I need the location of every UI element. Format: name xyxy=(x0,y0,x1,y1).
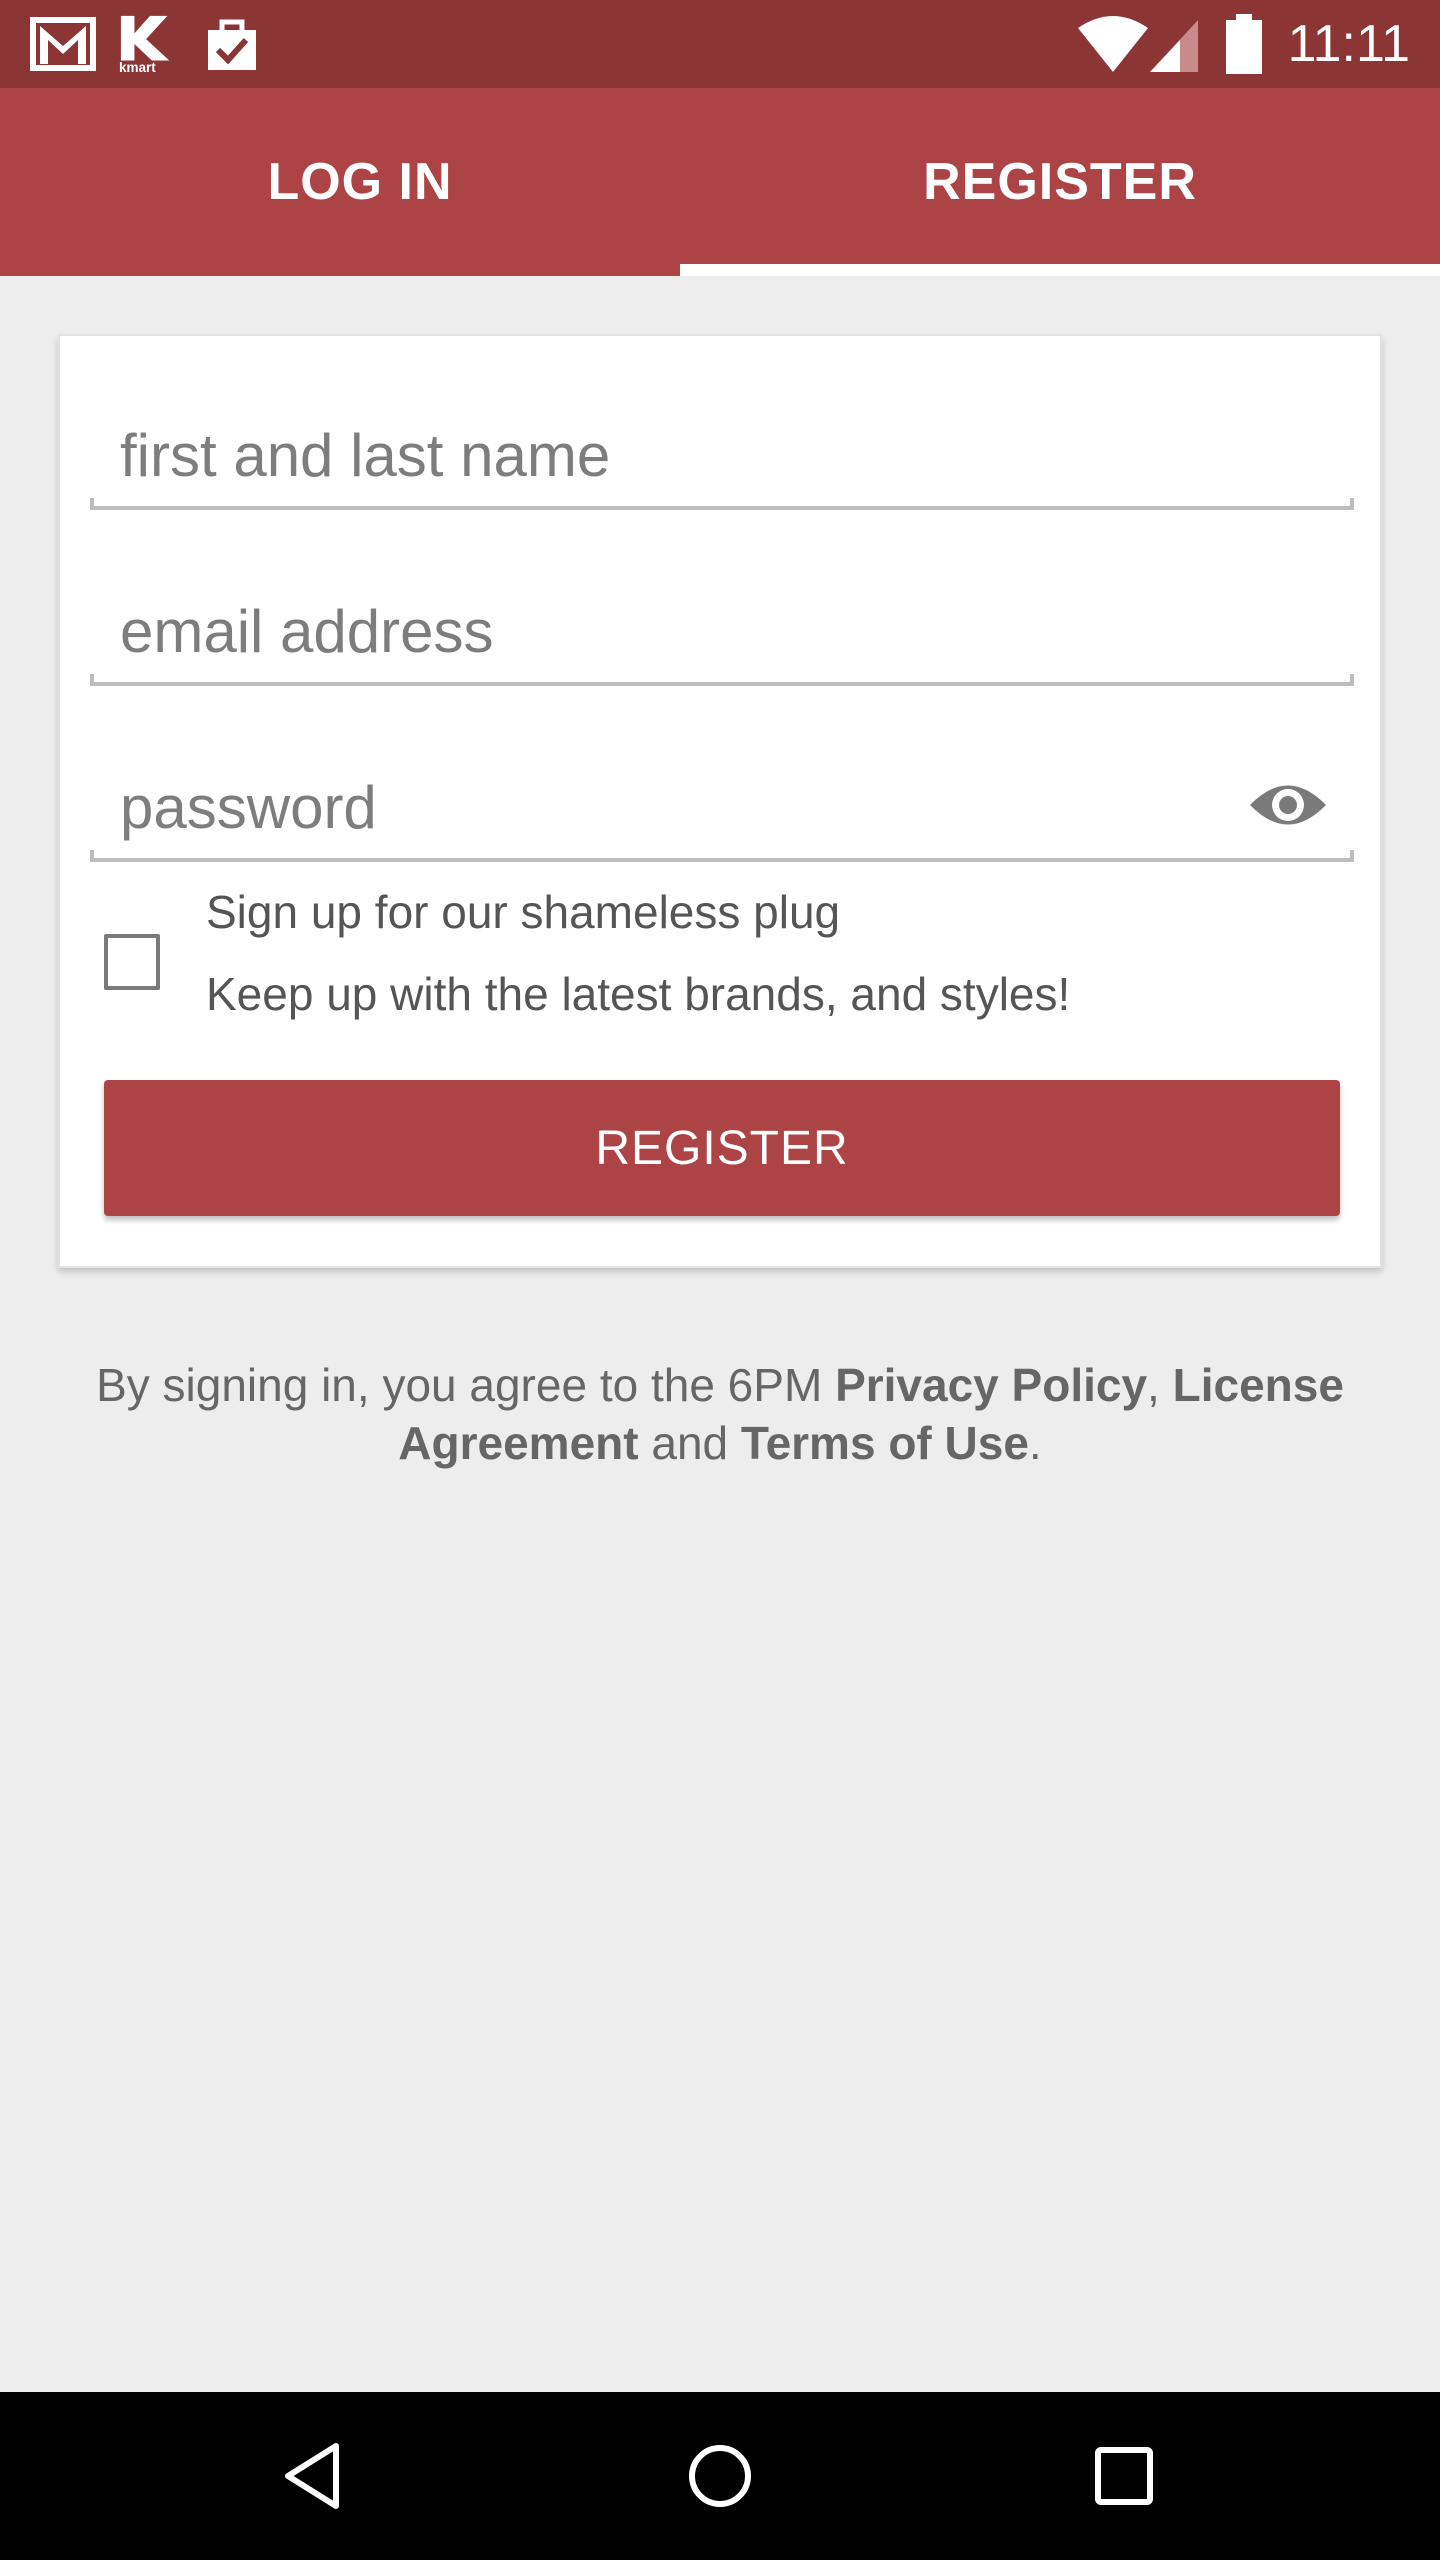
legal-notice: By signing in, you agree to the 6PM Priv… xyxy=(60,1356,1380,1472)
wifi-icon xyxy=(1078,16,1148,72)
gmail-icon xyxy=(30,17,96,71)
newsletter-subtitle: Keep up with the latest brands, and styl… xyxy=(206,968,1071,1020)
legal-comma: , xyxy=(1147,1359,1173,1411)
newsletter-title: Sign up for our shameless plug xyxy=(206,886,841,938)
svg-text:kmart: kmart xyxy=(119,60,156,74)
back-icon[interactable] xyxy=(274,2434,358,2518)
navigation-bar xyxy=(0,2392,1440,2560)
kmart-icon: kmart xyxy=(119,15,170,74)
register-button[interactable]: REGISTER xyxy=(104,1080,1340,1216)
shopping-bag-icon xyxy=(208,19,256,70)
tab-log-in[interactable]: LOG IN xyxy=(0,88,720,276)
newsletter-checkbox[interactable] xyxy=(104,934,160,990)
tab-bar: LOG IN REGISTER xyxy=(0,88,1440,276)
legal-and: and xyxy=(638,1417,741,1469)
email-field xyxy=(90,578,1354,686)
show-password-eye-icon[interactable] xyxy=(1248,774,1328,836)
legal-period: . xyxy=(1028,1417,1042,1469)
legal-prefix: By signing in, you agree to the 6PM xyxy=(96,1359,836,1411)
home-icon[interactable] xyxy=(678,2434,762,2518)
active-tab-indicator xyxy=(680,264,1440,276)
status-time: 11:11 xyxy=(1287,15,1410,73)
terms-of-use-link[interactable]: Terms of Use xyxy=(741,1417,1029,1469)
tab-register[interactable]: REGISTER xyxy=(680,88,1440,276)
password-field xyxy=(90,754,1354,862)
privacy-policy-link[interactable]: Privacy Policy xyxy=(835,1359,1147,1411)
battery-icon xyxy=(1226,14,1262,74)
register-card: Sign up for our shameless plug Keep up w… xyxy=(58,334,1382,1268)
status-bar: kmart 11:11 xyxy=(0,0,1440,88)
email-input[interactable] xyxy=(118,588,1222,674)
name-input[interactable] xyxy=(118,412,1222,498)
signal-icon xyxy=(1150,20,1198,72)
recents-icon[interactable] xyxy=(1082,2434,1166,2518)
password-input[interactable] xyxy=(118,764,1222,850)
name-field xyxy=(90,402,1354,510)
